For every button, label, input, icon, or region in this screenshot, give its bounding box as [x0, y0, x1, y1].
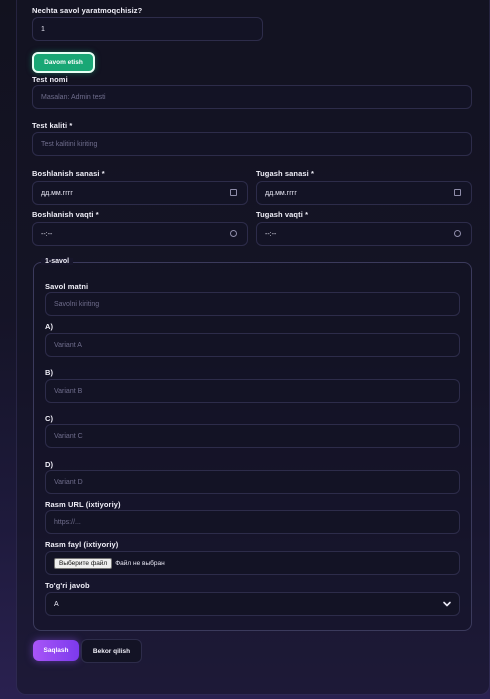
variant-c-label: C)	[45, 414, 54, 423]
clock-icon[interactable]	[230, 230, 239, 239]
test-key-input[interactable]: Test kalitini kiriting	[32, 132, 472, 156]
end-date-input[interactable]: дд.мм.гггг	[256, 181, 472, 205]
question-count-label: Nechta savol yaratmoqchisiz?	[32, 6, 143, 15]
start-time-label: Boshlanish vaqti *	[32, 210, 99, 219]
variant-b-label: B)	[45, 368, 54, 377]
variant-d-input[interactable]: Variant D	[45, 470, 460, 494]
end-time-value: --:--	[265, 230, 277, 238]
start-date-input[interactable]: дд.мм.гггг	[32, 181, 248, 205]
test-key-label: Test kaliti *	[32, 121, 73, 130]
clock-icon[interactable]	[454, 230, 463, 239]
question-text-label: Savol matni	[45, 282, 89, 291]
end-date-value: дд.мм.гггг	[265, 189, 297, 197]
image-url-input[interactable]: https://...	[45, 510, 460, 534]
correct-answer-value: A	[54, 600, 59, 608]
correct-answer-label: To'g'ri javob	[45, 581, 90, 590]
start-time-input[interactable]: --:--	[32, 222, 248, 246]
variant-b-input[interactable]: Variant B	[45, 379, 460, 403]
correct-answer-select[interactable]: A	[45, 592, 460, 616]
question-legend: 1-savol	[41, 258, 74, 265]
chevron-down-icon	[443, 601, 451, 607]
image-file-input[interactable]: Выберите файл Файл не выбран	[45, 551, 460, 575]
variant-d-label: D)	[45, 460, 54, 469]
variant-a-label: A)	[45, 322, 54, 331]
cancel-button[interactable]: Bekor qilish	[81, 639, 142, 663]
start-time-value: --:--	[41, 230, 53, 238]
choose-file-button[interactable]: Выберите файл	[54, 557, 113, 569]
question-count-input[interactable]: 1	[32, 17, 263, 41]
end-date-label: Tugash sanasi *	[256, 169, 315, 178]
test-name-input[interactable]: Masalan: Admin testi	[32, 85, 472, 109]
calendar-icon[interactable]	[230, 189, 239, 198]
variant-c-input[interactable]: Variant C	[45, 424, 460, 448]
image-file-label: Rasm fayl (ixtiyoriy)	[45, 540, 119, 549]
continue-button[interactable]: Davom etish	[32, 52, 95, 73]
save-button[interactable]: Saqlash	[33, 640, 79, 661]
end-time-input[interactable]: --:--	[256, 222, 472, 246]
calendar-icon[interactable]	[454, 189, 463, 198]
end-time-label: Tugash vaqti *	[256, 210, 309, 219]
variant-a-input[interactable]: Variant A	[45, 333, 460, 357]
image-url-label: Rasm URL (ixtiyoriy)	[45, 500, 121, 509]
file-status: Файл не выбран	[115, 559, 165, 567]
start-date-label: Boshlanish sanasi *	[32, 169, 105, 178]
question-text-input[interactable]: Savolni kiriting	[45, 292, 460, 316]
test-name-label: Test nomi	[32, 75, 68, 84]
start-date-value: дд.мм.гггг	[41, 189, 73, 197]
